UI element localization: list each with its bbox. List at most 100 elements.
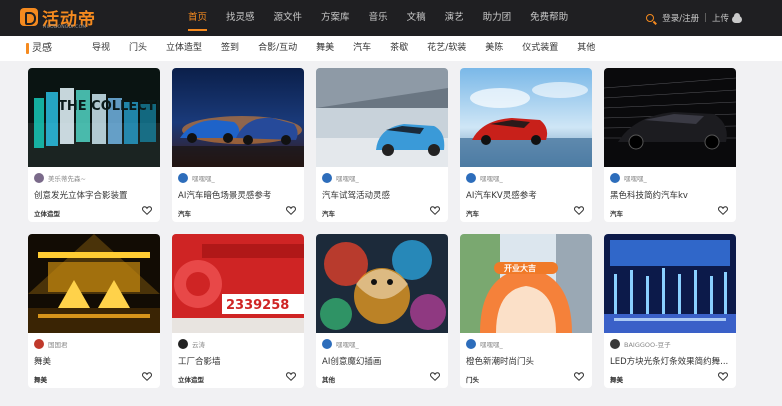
inspiration-card[interactable]: 开业大吉 嘿嘿嘿_ 橙色新潮时尚门头 门头: [460, 234, 592, 388]
author-name[interactable]: 嘿嘿嘿_: [480, 173, 503, 183]
category-checkin[interactable]: 签到: [221, 36, 239, 61]
nav-item-plans[interactable]: 方案库: [321, 0, 350, 36]
category-display[interactable]: 美陈: [485, 36, 503, 61]
cloud-upload-icon[interactable]: [732, 12, 742, 23]
card-title[interactable]: LED方块光条灯条效果简约舞...: [610, 355, 732, 367]
card-thumbnail-image[interactable]: [604, 68, 736, 167]
heart-icon[interactable]: [718, 372, 728, 381]
heart-icon[interactable]: [574, 372, 584, 381]
card-thumbnail-image[interactable]: [604, 234, 736, 333]
inspiration-card[interactable]: 嘿嘿嘿_ AI汽车KV灵感参考 汽车: [460, 68, 592, 222]
inspiration-card[interactable]: 嘿嘿嘿_ 黑色科技简约汽车kv 汽车: [604, 68, 736, 222]
card-tag[interactable]: 门头: [466, 374, 479, 384]
category-signage[interactable]: 导视: [92, 36, 110, 61]
avatar[interactable]: [322, 339, 332, 349]
author-name[interactable]: 美乐蒂先森~: [48, 173, 86, 183]
author-name[interactable]: 国国君: [48, 339, 68, 349]
avatar[interactable]: [34, 339, 44, 349]
category-3d-sculpture[interactable]: 立体造型: [166, 36, 202, 61]
heart-icon[interactable]: [718, 206, 728, 215]
inspiration-card[interactable]: 2339258 云涛 工厂合影墙 立体造型: [172, 234, 304, 388]
upload-link[interactable]: 上传: [712, 12, 729, 24]
nav-item-source-files[interactable]: 源文件: [274, 0, 303, 36]
heart-icon[interactable]: [142, 206, 152, 215]
card-title[interactable]: 工厂合影墙: [178, 355, 300, 367]
author-name[interactable]: 嘿嘿嘿_: [336, 339, 359, 349]
card-title[interactable]: AI汽车KV灵感参考: [466, 189, 588, 201]
login-register-link[interactable]: 登录/注册: [662, 12, 699, 24]
card-tag[interactable]: 舞美: [34, 374, 47, 384]
category-photo-interaction[interactable]: 合影/互动: [258, 36, 297, 61]
card-title[interactable]: 创意发光立体字合影装置: [34, 189, 156, 201]
card-tag[interactable]: 舞美: [610, 374, 623, 384]
inspiration-card[interactable]: BAIGGOO-豆子 LED方块光条灯条效果简约舞... 舞美: [604, 234, 736, 388]
inspiration-card[interactable]: 嘿嘿嘿_ AI创意魔幻插画 其他: [316, 234, 448, 388]
card-title[interactable]: 舞美: [34, 355, 156, 367]
logo-mark-icon: [20, 8, 38, 26]
card-tag[interactable]: 立体造型: [34, 208, 60, 218]
card-title[interactable]: AI创意魔幻插画: [322, 355, 444, 367]
category-other[interactable]: 其他: [577, 36, 595, 61]
card-tag[interactable]: 汽车: [466, 208, 479, 218]
inspiration-card[interactable]: 嘿嘿嘿_ AI汽车暗色场景灵感参考 汽车: [172, 68, 304, 222]
search-icon[interactable]: [646, 14, 655, 22]
card-tag[interactable]: 汽车: [610, 208, 623, 218]
heart-icon[interactable]: [142, 372, 152, 381]
card-thumbnail-image[interactable]: [460, 68, 592, 167]
card-tag[interactable]: 汽车: [322, 208, 335, 218]
category-ceremony[interactable]: 仪式装置: [522, 36, 558, 61]
heart-icon[interactable]: [286, 206, 296, 215]
category-floral[interactable]: 花艺/软装: [427, 36, 466, 61]
heart-icon[interactable]: [430, 372, 440, 381]
nav-item-help-team[interactable]: 助力团: [483, 0, 512, 36]
card-thumbnail-image[interactable]: 开业大吉: [460, 234, 592, 333]
nav-item-scripts[interactable]: 文稿: [407, 0, 426, 36]
card-thumbnail-image[interactable]: [28, 234, 160, 333]
user-area: 登录/注册 | 上传: [646, 0, 742, 36]
category-entrance[interactable]: 门头: [129, 36, 147, 61]
author-name[interactable]: BAIGGOO-豆子: [624, 339, 671, 349]
avatar[interactable]: [466, 339, 476, 349]
heart-icon[interactable]: [430, 206, 440, 215]
card-author: 嘿嘿嘿_: [610, 172, 647, 184]
avatar[interactable]: [610, 173, 620, 183]
avatar[interactable]: [466, 173, 476, 183]
nav-item-home[interactable]: 首页: [188, 0, 208, 36]
nav-item-performance[interactable]: 演艺: [445, 0, 464, 36]
inspiration-card[interactable]: 嘿嘿嘿_ 汽车试驾活动灵感 汽车: [316, 68, 448, 222]
avatar[interactable]: [322, 173, 332, 183]
author-name[interactable]: 嘿嘿嘿_: [192, 173, 215, 183]
author-name[interactable]: 嘿嘿嘿_: [336, 173, 359, 183]
card-thumbnail-image[interactable]: 2339258: [172, 234, 304, 333]
thumbnail-text: 2339258: [226, 298, 289, 313]
author-name[interactable]: 云涛: [192, 339, 205, 349]
card-tag[interactable]: 立体造型: [178, 374, 204, 384]
card-title[interactable]: 橙色新潮时尚门头: [466, 355, 588, 367]
card-thumbnail-image[interactable]: [316, 68, 448, 167]
card-title[interactable]: 汽车试驾活动灵感: [322, 189, 444, 201]
card-thumbnail-image[interactable]: [316, 234, 448, 333]
nav-item-music[interactable]: 音乐: [369, 0, 388, 36]
card-thumbnail-image[interactable]: THE COLLECTION: [28, 68, 160, 167]
category-tea-break[interactable]: 茶歇: [390, 36, 408, 61]
nav-item-inspiration[interactable]: 找灵感: [226, 0, 255, 36]
card-title[interactable]: 黑色科技简约汽车kv: [610, 189, 732, 201]
inspiration-card[interactable]: THE COLLECTION 美乐蒂先森~ 创意发光立体字合影装置 立体造型: [28, 68, 160, 222]
category-car[interactable]: 汽车: [353, 36, 371, 61]
heart-icon[interactable]: [574, 206, 584, 215]
avatar[interactable]: [178, 339, 188, 349]
avatar[interactable]: [610, 339, 620, 349]
category-stage[interactable]: 舞美: [316, 36, 334, 61]
author-name[interactable]: 嘿嘿嘿_: [624, 173, 647, 183]
card-thumbnail-image[interactable]: [172, 68, 304, 167]
card-title[interactable]: AI汽车暗色场景灵感参考: [178, 189, 300, 201]
avatar[interactable]: [34, 173, 44, 183]
nav-item-free-help[interactable]: 免费帮助: [530, 0, 568, 36]
card-tag[interactable]: 汽车: [178, 208, 191, 218]
author-name[interactable]: 嘿嘿嘿_: [480, 339, 503, 349]
card-tag[interactable]: 其他: [322, 374, 335, 384]
inspiration-card[interactable]: 国国君 舞美 舞美: [28, 234, 160, 388]
avatar[interactable]: [178, 173, 188, 183]
heart-icon[interactable]: [286, 372, 296, 381]
card-author: 嘿嘿嘿_: [466, 172, 503, 184]
